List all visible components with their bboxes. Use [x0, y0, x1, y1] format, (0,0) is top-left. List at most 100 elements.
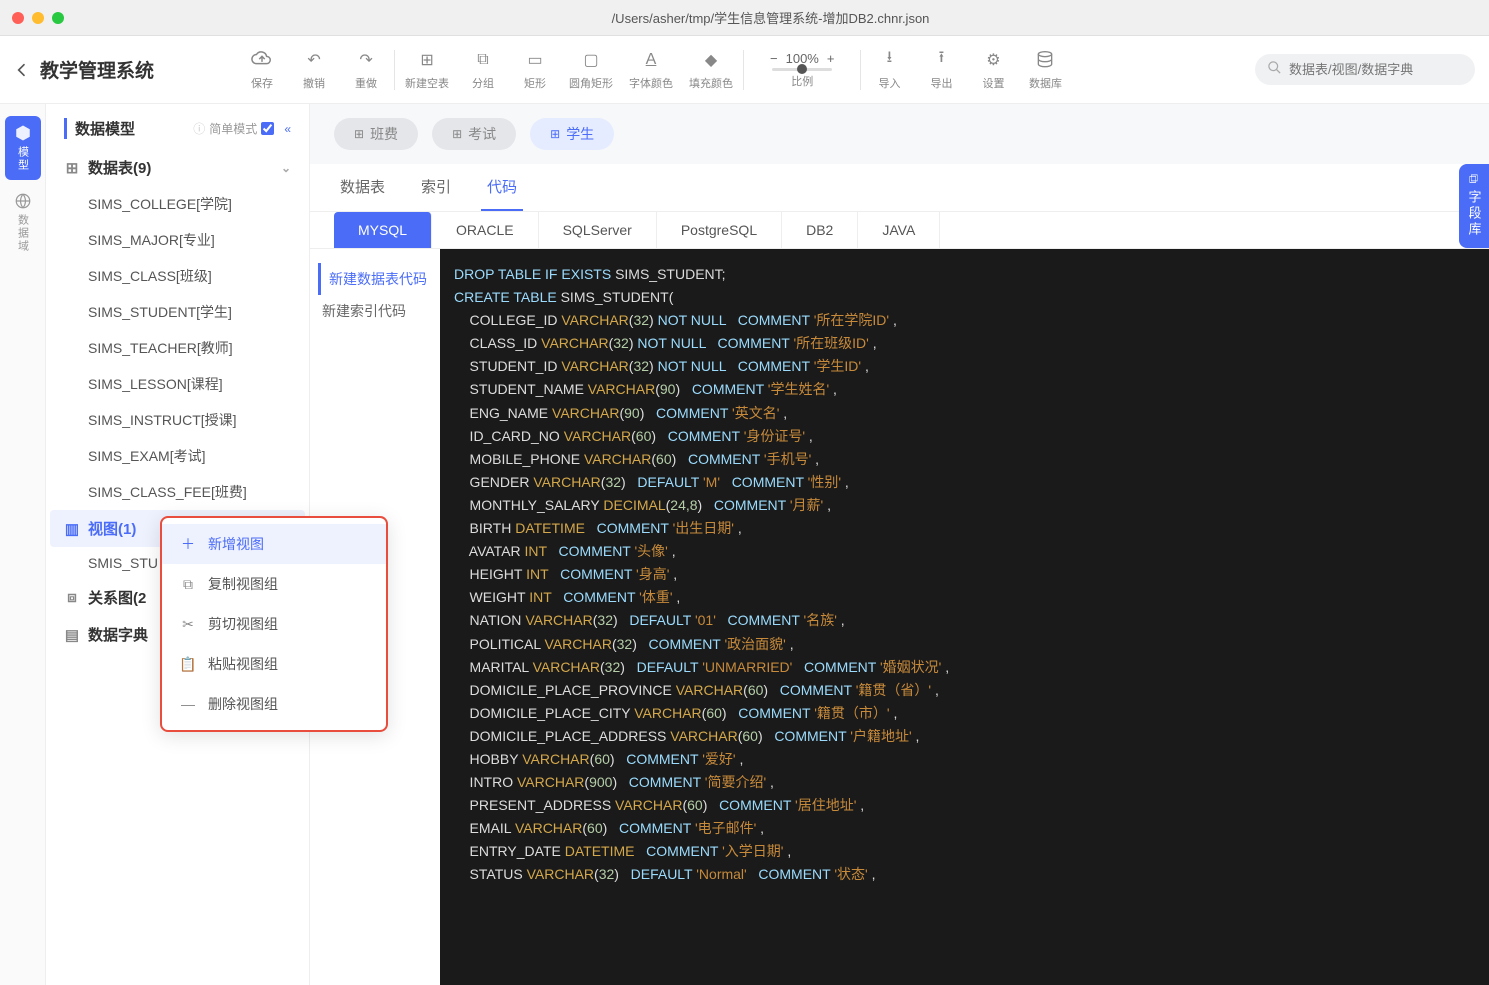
vtab-model[interactable]: 模型 — [5, 116, 41, 180]
rect-button[interactable]: ▭ 矩形 — [517, 49, 553, 91]
code-line: MONTHLY_SALARY DECIMAL(24,8) COMMENT '月薪… — [454, 494, 1475, 517]
tree-item-table[interactable]: SIMS_MAJOR[专业] — [50, 222, 305, 258]
library-icon: ⧉ — [1467, 174, 1482, 186]
db-tab-db2[interactable]: DB2 — [782, 212, 858, 248]
zoom-control[interactable]: − 100% + 比例 — [770, 51, 834, 89]
code-line: GENDER VARCHAR(32) DEFAULT 'M' COMMENT '… — [454, 471, 1475, 494]
code-line: DOMICILE_PLACE_CITY VARCHAR(60) COMMENT … — [454, 702, 1475, 725]
db-tab-mysql[interactable]: MYSQL — [334, 212, 432, 248]
ctx-paste-group[interactable]: 📋 粘贴视图组 — [162, 644, 386, 684]
save-button[interactable]: 保存 — [244, 49, 280, 91]
code-line: DROP TABLE IF EXISTS SIMS_STUDENT; — [454, 263, 1475, 286]
tree-item-table[interactable]: SIMS_INSTRUCT[授课] — [50, 402, 305, 438]
pill-class-fee[interactable]: ⊞班费 — [334, 118, 418, 150]
code-line: WEIGHT INT COMMENT '体重' , — [454, 586, 1475, 609]
code-line: ENTRY_DATE DATETIME COMMENT '入学日期' , — [454, 840, 1475, 863]
cloud-save-icon — [251, 49, 273, 71]
tree-item-table[interactable]: SIMS_COLLEGE[学院] — [50, 186, 305, 222]
maximize-window-button[interactable] — [52, 12, 64, 24]
vertical-tab-rail: 模型 数据域 — [0, 104, 46, 985]
table-icon: ⊞ — [452, 127, 462, 141]
back-button[interactable]: 教学管理系统 — [14, 56, 154, 83]
zoom-slider[interactable] — [772, 68, 832, 71]
tab-table[interactable]: 数据表 — [334, 164, 391, 211]
redo-button[interactable]: ↷ 重做 — [348, 49, 384, 91]
ctx-cut-group[interactable]: ✂ 剪切视图组 — [162, 604, 386, 644]
font-color-button[interactable]: A 字体颜色 — [629, 49, 673, 91]
book-icon: ▤ — [64, 627, 80, 643]
fill-color-button[interactable]: ◆ 填充颜色 — [689, 49, 733, 91]
code-line: MARITAL VARCHAR(32) DEFAULT 'UNMARRIED' … — [454, 656, 1475, 679]
tree-item-table[interactable]: SIMS_EXAM[考试] — [50, 438, 305, 474]
scissors-icon: ✂ — [180, 616, 196, 632]
tree-item-table[interactable]: SIMS_LESSON[课程] — [50, 366, 305, 402]
tree-item-table[interactable]: SIMS_CLASS_FEE[班费] — [50, 474, 305, 510]
tree-item-table[interactable]: SIMS_STUDENT[学生] — [50, 294, 305, 330]
zoom-in-button[interactable]: + — [827, 51, 835, 66]
context-menu: ＋ 新增视图 ⧉ 复制视图组 ✂ 剪切视图组 📋 粘贴视图组 — 删除视图组 — [160, 516, 388, 732]
code-line: COLLEGE_ID VARCHAR(32) NOT NULL COMMENT … — [454, 309, 1475, 332]
collapse-sidebar-button[interactable]: « — [284, 122, 291, 136]
simple-mode-toggle[interactable]: ⓘ 简单模式 « — [193, 120, 291, 137]
db-tab-oracle[interactable]: ORACLE — [432, 212, 539, 248]
code-panel[interactable]: DROP TABLE IF EXISTS SIMS_STUDENT;CREATE… — [440, 249, 1489, 985]
sidebar-title: 数据模型 — [64, 118, 135, 139]
db-dialect-tabs: MYSQLORACLESQLServerPostgreSQLDB2JAVA — [310, 212, 1489, 249]
code-line: NATION VARCHAR(32) DEFAULT '01' COMMENT … — [454, 609, 1475, 632]
search-icon — [1267, 60, 1282, 80]
search-input[interactable] — [1255, 54, 1475, 85]
plus-icon: ＋ — [180, 536, 196, 552]
code-line: ID_CARD_NO VARCHAR(60) COMMENT '身份证号' , — [454, 425, 1475, 448]
code-side-create-index[interactable]: 新建索引代码 — [318, 295, 432, 327]
db-tab-sqlserver[interactable]: SQLServer — [539, 212, 657, 248]
ctx-add-view[interactable]: ＋ 新增视图 — [162, 524, 386, 564]
code-line: HOBBY VARCHAR(60) COMMENT '爱好' , — [454, 748, 1475, 771]
table-icon: ⊞ — [550, 127, 560, 141]
export-icon: ⭱ — [930, 49, 952, 71]
tree-item-table[interactable]: SIMS_TEACHER[教师] — [50, 330, 305, 366]
import-button[interactable]: ⭳ 导入 — [871, 49, 907, 91]
traffic-lights — [12, 12, 64, 24]
tree-section-tables[interactable]: ⊞ 数据表(9) ⌄ — [50, 149, 305, 186]
close-window-button[interactable] — [12, 12, 24, 24]
round-rect-icon: ▢ — [580, 49, 602, 71]
db-tab-java[interactable]: JAVA — [858, 212, 940, 248]
tree-item-table[interactable]: SIMS_CLASS[班级] — [50, 258, 305, 294]
export-button[interactable]: ⭱ 导出 — [923, 49, 959, 91]
pill-exam[interactable]: ⊞考试 — [432, 118, 516, 150]
round-rect-button[interactable]: ▢ 圆角矩形 — [569, 49, 613, 91]
db-tab-postgresql[interactable]: PostgreSQL — [657, 212, 782, 248]
relation-icon: ⧈ — [64, 590, 80, 606]
fill-icon: ◆ — [700, 49, 722, 71]
entity-tabs: ⊞班费 ⊞考试 ⊞学生 — [310, 104, 1489, 164]
code-line: STUDENT_ID VARCHAR(32) NOT NULL COMMENT … — [454, 355, 1475, 378]
zoom-out-button[interactable]: − — [770, 51, 778, 66]
code-side-create-table[interactable]: 新建数据表代码 — [318, 263, 432, 295]
chart-icon: ▥ — [64, 521, 80, 537]
undo-button[interactable]: ↶ 撤销 — [296, 49, 332, 91]
code-line: DOMICILE_PLACE_PROVINCE VARCHAR(60) COMM… — [454, 679, 1475, 702]
group-button[interactable]: ⧉ 分组 — [465, 49, 501, 91]
new-empty-table-button[interactable]: ⊞ 新建空表 — [405, 49, 449, 91]
pill-student[interactable]: ⊞学生 — [530, 118, 614, 150]
app-title: 教学管理系统 — [40, 56, 154, 83]
window-title: /Users/asher/tmp/学生信息管理系统-增加DB2.chnr.jso… — [64, 8, 1477, 27]
tab-code[interactable]: 代码 — [481, 164, 523, 211]
database-icon — [1034, 49, 1056, 71]
simple-mode-checkbox[interactable] — [261, 122, 274, 135]
chevron-down-icon: ⌄ — [281, 161, 291, 175]
copy-icon: ⧉ — [180, 576, 196, 592]
field-library-drawer[interactable]: ⧉ 字段库 — [1459, 164, 1489, 248]
settings-button[interactable]: ⚙ 设置 — [975, 49, 1011, 91]
ctx-delete-group[interactable]: — 删除视图组 — [162, 684, 386, 724]
ctx-copy-group[interactable]: ⧉ 复制视图组 — [162, 564, 386, 604]
code-line: CLASS_ID VARCHAR(32) NOT NULL COMMENT '所… — [454, 332, 1475, 355]
code-line: POLITICAL VARCHAR(32) COMMENT '政治面貌' , — [454, 633, 1475, 656]
database-button[interactable]: 数据库 — [1027, 49, 1063, 91]
tab-index[interactable]: 索引 — [415, 164, 457, 211]
toolbar: 教学管理系统 保存 ↶ 撤销 ↷ 重做 ⊞ 新建空表 ⧉ 分组 ▭ 矩形 ▢ — [0, 36, 1489, 104]
vtab-domain[interactable]: 数据域 — [5, 184, 41, 261]
gear-icon: ⚙ — [982, 49, 1004, 71]
minimize-window-button[interactable] — [32, 12, 44, 24]
code-line: PRESENT_ADDRESS VARCHAR(60) COMMENT '居住地… — [454, 794, 1475, 817]
